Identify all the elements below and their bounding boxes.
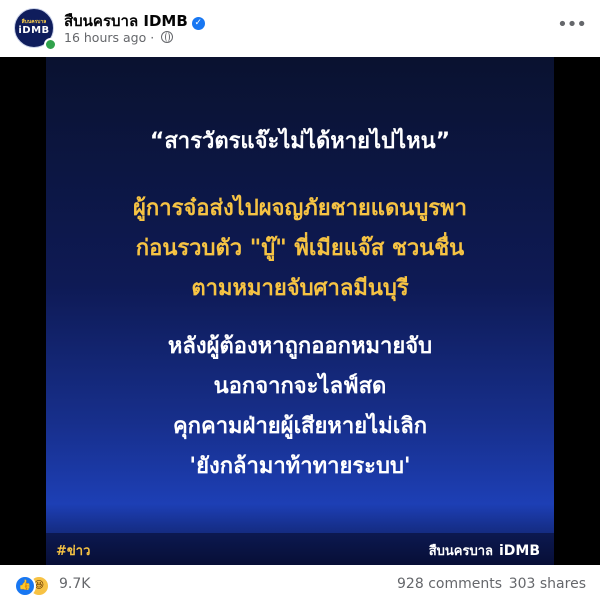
shares-count[interactable]: 303 shares xyxy=(509,576,586,592)
globe-icon xyxy=(161,31,174,43)
poster-yellow-line: ผู้การจ๋อส่งไปผจญภัยชายแดนบูรพา xyxy=(133,196,467,221)
like-reaction-icon: 👍 xyxy=(14,575,36,597)
post-header: สืบนครบาล iDMB สืบนครบาล IDMB ✓ 16 hours … xyxy=(0,0,600,57)
poster-footer-bar: #ข่าว สืบนครบาล iDMB xyxy=(46,533,554,565)
post-timestamp[interactable]: 16 hours ago xyxy=(64,30,146,45)
poster-white-line: หลังผู้ต้องหาถูกออกหมายจับ xyxy=(167,334,433,359)
online-status-dot xyxy=(44,38,57,51)
poster-white-line: 'ยังกล้ามาท้าทายระบบ' xyxy=(189,454,411,479)
post-meta: 16 hours ago · xyxy=(64,30,174,45)
poster-yellow-line: ตามหมายจับศาลมีนบุรี xyxy=(191,276,409,301)
poster-yellow-line: ก่อนรวบตัว "บู๊" พี่เมียแจ๊ส ชวนชื่น xyxy=(135,236,465,261)
verified-badge-icon: ✓ xyxy=(191,17,205,30)
poster-quote: “สารวัตรแจ๊ะไม่ได้หายไปไหน” xyxy=(149,129,451,154)
poster-white-text: หลังผู้ต้องหาถูกออกหมายจับ นอกจากจะไลฟ์ส… xyxy=(46,327,554,487)
reactions-count[interactable]: 9.7K xyxy=(59,576,90,592)
meta-separator: · xyxy=(150,30,155,45)
more-options-icon[interactable]: ••• xyxy=(557,16,587,34)
post-footer: 👍 😆 9.7K 928 comments 303 shares xyxy=(0,565,600,603)
news-poster: “สารวัตรแจ๊ะไม่ได้หายไปไหน” ผู้การจ๋อส่ง… xyxy=(46,57,554,565)
poster-brand-name: สืบนครบาล xyxy=(428,544,493,559)
poster-white-line: นอกจากจะไลฟ์สด xyxy=(213,374,387,399)
page-name[interactable]: สืบนครบาล IDMB xyxy=(64,12,188,30)
news-hashtag: #ข่าว xyxy=(56,544,91,559)
comments-count[interactable]: 928 comments xyxy=(397,576,502,592)
post-image[interactable]: “สารวัตรแจ๊ะไม่ได้หายไปไหน” ผู้การจ๋อส่ง… xyxy=(0,57,600,565)
poster-brand: สืบนครบาล iDMB xyxy=(429,540,540,561)
avatar-main-text: iDMB xyxy=(18,25,50,36)
poster-brand-logo: iDMB xyxy=(498,543,540,559)
poster-white-line: คุกคามฝ่ายผู้เสียหายไม่เลิก xyxy=(172,414,428,439)
poster-yellow-text: ผู้การจ๋อส่งไปผจญภัยชายแดนบูรพา ก่อนรวบต… xyxy=(46,189,554,309)
